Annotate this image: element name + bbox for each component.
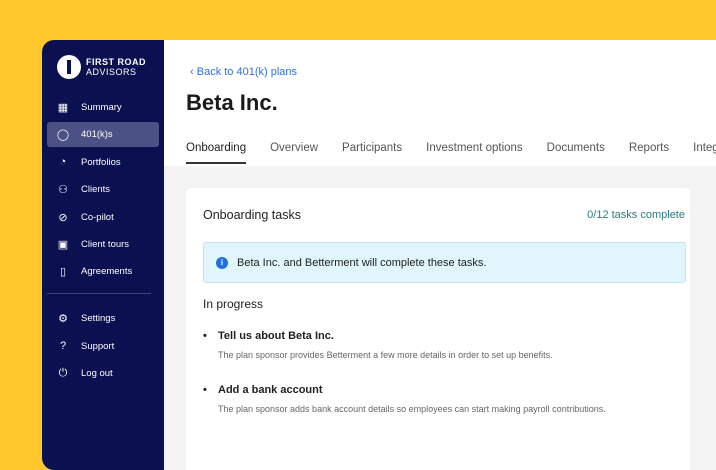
brand-line2: ADVISORS (86, 67, 137, 77)
tab-bar: Onboarding Overview Participants Investm… (186, 142, 716, 164)
egg-icon: ◯ (56, 129, 70, 142)
label: Support (81, 340, 115, 352)
label: Co-pilot (81, 211, 114, 223)
alert-text: Beta Inc. and Betterment will complete t… (237, 256, 487, 269)
tab-reports[interactable]: Reports (629, 142, 669, 164)
back-label: Back to 401(k) plans (196, 66, 298, 78)
info-icon: i (216, 256, 228, 269)
chevron-left-icon: ‹ (190, 66, 197, 78)
task-title: Tell us about Beta Inc. (203, 330, 553, 342)
label: Log out (81, 368, 113, 380)
app-window: FIRST ROAD ADVISORS ▦ Summary ◯ 401(k)s ◔ Po… (42, 40, 716, 470)
sidebar-item-co-pilot[interactable]: ⊘ Co-pilot (47, 205, 159, 230)
page-title: Beta Inc. (186, 90, 278, 115)
sidebar-item-portfolios[interactable]: ◔ Portfolios (47, 150, 159, 175)
tab-investment-options[interactable]: Investment options (426, 142, 523, 164)
compass-icon: ⊘ (58, 211, 68, 224)
building-icon: ▦ (57, 102, 69, 114)
divider (47, 293, 151, 295)
sidebar-item-401ks[interactable]: ◯ 401(k)s (47, 122, 159, 148)
sidebar-item-log-out[interactable]: ⏻ Log out (47, 361, 159, 386)
sidebar-item-settings[interactable]: ⚙ Settings (47, 306, 159, 331)
info-alert: i Beta Inc. and Betterment will complete … (203, 242, 686, 283)
task-title: Add a bank account (203, 384, 606, 396)
tasks-count: 0/12 tasks complete (587, 209, 685, 221)
tab-documents[interactable]: Documents (547, 142, 605, 164)
section-heading: In progress (203, 297, 264, 311)
sidebar-item-clients[interactable]: ⚇ Clients (47, 177, 159, 202)
sidebar-item-summary[interactable]: ▦ Summary (47, 95, 159, 120)
tab-overview[interactable]: Overview (270, 142, 318, 164)
label: Summary (81, 102, 122, 113)
tab-participants[interactable]: Participants (342, 142, 402, 164)
main-content: ‹ Back to 401(k) plans Beta Inc. Onboard… (164, 40, 716, 470)
users-icon: ⚇ (58, 184, 68, 197)
label: Settings (81, 313, 116, 325)
label: Clients (81, 184, 111, 196)
logo-mark-icon (57, 55, 81, 79)
label: Portfolios (81, 156, 121, 168)
help-icon: ? (59, 340, 67, 353)
presentation-icon: ▣ (57, 238, 69, 251)
label: 401(k)s (81, 129, 113, 141)
task-item[interactable]: Tell us about Beta Inc. The plan sponsor … (203, 330, 553, 360)
pie-chart-icon: ◔ (59, 156, 67, 169)
brand-line1: FIRST ROAD (86, 57, 146, 67)
tab-onboarding[interactable]: Onboarding (186, 142, 247, 164)
card-title: Onboarding tasks (203, 208, 301, 222)
logo[interactable]: FIRST ROAD ADVISORS (57, 55, 146, 79)
back-link[interactable]: ‹ Back to 401(k) plans (190, 66, 297, 78)
task-description: The plan sponsor adds bank account detai… (218, 404, 606, 414)
label: Agreements (81, 266, 133, 278)
sidebar-item-support[interactable]: ? Support (47, 334, 159, 359)
task-item[interactable]: Add a bank account The plan sponsor adds … (203, 384, 606, 414)
onboarding-card: Onboarding tasks 0/12 tasks complete i Be… (186, 188, 690, 470)
sidebar-item-agreements[interactable]: ▯ Agreements (47, 259, 159, 284)
sidebar: FIRST ROAD ADVISORS ▦ Summary ◯ 401(k)s ◔ Po… (42, 40, 164, 470)
gear-icon: ⚙ (58, 313, 68, 326)
sidebar-item-client-tours[interactable]: ▣ Client tours (47, 232, 159, 257)
task-description: The plan sponsor provides Betterment a f… (218, 350, 553, 360)
tab-integrations[interactable]: Integrations (693, 142, 716, 164)
power-icon: ⏻ (58, 367, 68, 380)
document-icon: ▯ (59, 266, 67, 279)
label: Client tours (81, 238, 130, 250)
